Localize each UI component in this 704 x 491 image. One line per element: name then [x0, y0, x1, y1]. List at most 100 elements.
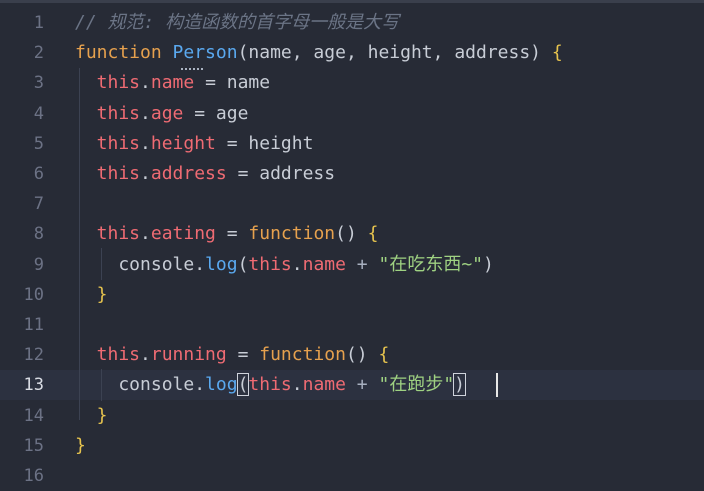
code-text[interactable]: }	[75, 431, 86, 461]
code-token: }	[75, 434, 86, 456]
code-text[interactable]: this.age = age	[75, 99, 249, 129]
truncated-tab-strip	[0, 0, 704, 3]
code-token: // 规范: 构造函数的首字母一般是大写	[75, 12, 400, 33]
code-line[interactable]: 12 this.running = function() {	[0, 340, 704, 370]
line-number: 5	[33, 133, 44, 154]
code-token: log	[205, 374, 238, 396]
code-line[interactable]: 11	[0, 310, 704, 340]
code-text[interactable]: this.name = name	[75, 68, 270, 98]
code-token: this	[248, 374, 292, 396]
code-token: {	[367, 223, 379, 245]
code-line[interactable]: 10 }	[0, 280, 704, 310]
indent-guide	[101, 369, 102, 401]
indent-guide	[101, 248, 102, 280]
code-line[interactable]: 2 function Person(name, age, height, addr…	[0, 38, 704, 68]
code-token: =	[226, 344, 260, 366]
code-token: console.	[75, 253, 206, 275]
line-number: 10	[23, 284, 44, 305]
code-text[interactable]: this.eating = function() {	[75, 219, 379, 249]
code-token: .	[140, 223, 151, 245]
code-token: )	[453, 373, 467, 397]
code-token: .	[140, 72, 151, 94]
code-token: eating	[150, 223, 216, 245]
code-token: .	[140, 102, 151, 124]
code-token: this	[75, 163, 141, 184]
code-token: age	[150, 102, 184, 124]
code-line[interactable]: 9 console.log(this.name + "在吃东西~")	[0, 250, 704, 280]
code-line[interactable]: 1 // 规范: 构造函数的首字母一般是大写	[0, 8, 704, 38]
line-number: 16	[23, 466, 44, 486]
line-number: 6	[33, 164, 44, 184]
code-line[interactable]: 4 this.age = age	[0, 99, 704, 129]
line-number: 14	[23, 405, 44, 426]
code-line[interactable]: 16	[0, 461, 704, 491]
code-token: this	[75, 102, 141, 124]
code-token: (	[237, 253, 249, 275]
code-token: function	[259, 344, 346, 366]
code-text[interactable]: console.log(this.name + "在跑步")	[75, 370, 467, 400]
code-token: Person	[172, 42, 238, 64]
line-number: 9	[33, 254, 44, 275]
code-text[interactable]: console.log(this.name + "在吃东西~")	[75, 250, 494, 280]
code-text[interactable]: function Person(name, age, height, addre…	[75, 38, 563, 68]
code-editor[interactable]: 1// 规范: 构造函数的首字母一般是大写 2 function Person(na…	[0, 0, 704, 489]
code-token: = name	[194, 72, 271, 94]
line-number: 3	[33, 73, 44, 94]
code-token: name	[302, 253, 346, 275]
code-token: ()	[335, 223, 368, 245]
line-number: 15	[23, 435, 44, 456]
code-token: log	[205, 253, 238, 275]
code-token: this	[248, 253, 292, 275]
code-token: address	[150, 163, 227, 184]
code-token: running	[150, 344, 227, 366]
code-token: .	[140, 163, 151, 184]
code-token: height	[150, 132, 216, 154]
code-token: .	[140, 344, 151, 366]
line-number: 2	[33, 43, 44, 64]
line-number: 11	[23, 315, 44, 335]
code-token: =	[215, 223, 249, 245]
code-text[interactable]: // 规范: 构造函数的首字母一般是大写	[75, 8, 399, 38]
indent-guide	[79, 68, 80, 420]
code-token: +	[345, 374, 379, 396]
code-token: this	[75, 72, 141, 94]
code-line[interactable]: 5 this.height = height	[0, 129, 704, 159]
code-token: "在跑步"	[378, 374, 455, 396]
code-token: (name, age, height, address)	[237, 42, 552, 64]
code-token: .	[140, 132, 151, 154]
code-token: {	[551, 42, 563, 64]
line-number: 7	[33, 194, 44, 215]
code-token: +	[345, 253, 379, 275]
code-token: function	[248, 223, 336, 245]
code-line[interactable]: 8 this.eating = function() {	[0, 219, 704, 249]
code-token: this	[75, 223, 141, 245]
code-token: {	[378, 344, 390, 366]
code-line[interactable]: 7	[0, 189, 704, 219]
code-token: .	[291, 374, 303, 396]
code-line[interactable]: 3 this.name = name	[0, 68, 704, 98]
code-line[interactable]: 15}	[0, 431, 704, 461]
hint-underline	[181, 66, 203, 70]
line-number: 12	[23, 345, 44, 366]
text-cursor	[496, 373, 498, 397]
code-text[interactable]: this.running = function() {	[75, 340, 390, 370]
code-line[interactable]: 6 this.address = address	[0, 159, 704, 189]
code-line[interactable]: 14 }	[0, 401, 704, 431]
code-token: )	[483, 253, 494, 275]
code-text[interactable]: this.height = height	[75, 129, 314, 159]
code-token: "在吃东西~"	[378, 253, 483, 275]
line-number: 8	[33, 224, 44, 245]
code-token: ()	[345, 344, 379, 366]
code-text[interactable]: this.address = address	[75, 159, 335, 189]
code-line[interactable]: 13 console.log(this.name + "在跑步")	[0, 370, 704, 401]
code-token: console.	[75, 374, 206, 396]
code-token: name	[150, 72, 195, 94]
code-token: = height	[215, 132, 314, 154]
code-token: .	[291, 253, 303, 275]
code-token: name	[302, 374, 346, 396]
code-token: this	[75, 344, 141, 366]
code-token: (	[236, 373, 250, 397]
code-token: = address	[226, 163, 336, 184]
line-number: 1	[33, 13, 44, 33]
